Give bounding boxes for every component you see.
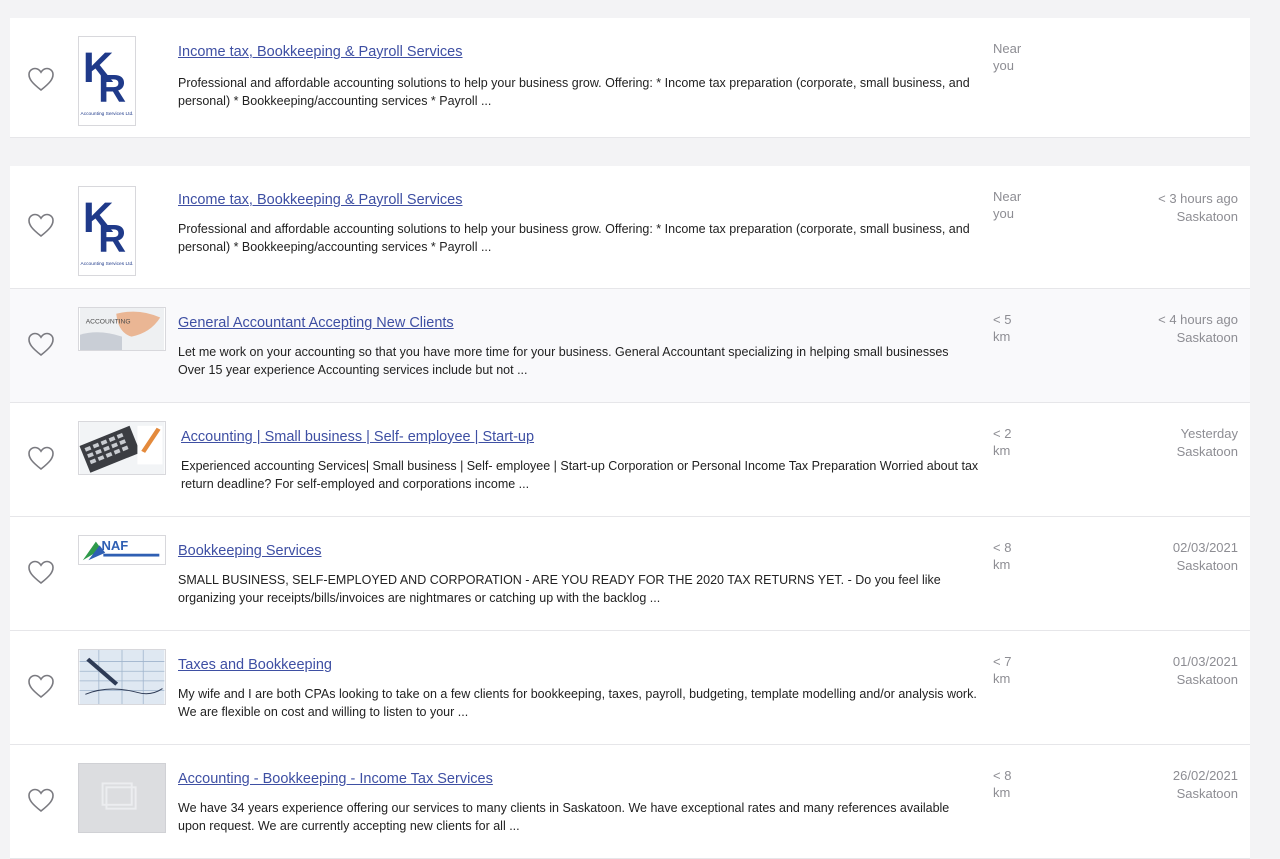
listing-results: K R Accounting Services Ltd. Income tax,… bbox=[10, 18, 1250, 859]
distance-unit: km bbox=[993, 329, 1011, 344]
listing-item[interactable]: K R Accounting Services Ltd. Income tax,… bbox=[10, 166, 1250, 289]
distance-value: < 8 bbox=[993, 768, 1012, 783]
distance-unit: km bbox=[993, 785, 1011, 800]
posted-time: 01/03/2021 bbox=[1172, 654, 1238, 669]
listing-item[interactable]: Taxes and Bookkeeping My wife and I are … bbox=[10, 631, 1250, 745]
listing-thumbnail-tax-form[interactable] bbox=[78, 649, 166, 705]
listing-distance: Near you bbox=[993, 188, 1053, 222]
listing-title-link[interactable]: Income tax, Bookkeeping & Payroll Servic… bbox=[178, 44, 463, 60]
favorite-heart-icon[interactable] bbox=[27, 212, 55, 238]
posted-location: Saskatoon bbox=[1176, 672, 1238, 687]
listing-description: Experienced accounting Services| Small b… bbox=[181, 459, 979, 491]
listing-distance: < 5 km bbox=[993, 311, 1053, 345]
posted-time: 02/03/2021 bbox=[1172, 540, 1238, 555]
kr-logo-text: Accounting Services Ltd. bbox=[81, 261, 134, 267]
naf-logo-text: NAF bbox=[101, 538, 128, 553]
accounting-word: ACCOUNTING bbox=[86, 318, 131, 325]
section-gap bbox=[10, 138, 1250, 166]
distance-value: < 5 bbox=[993, 312, 1012, 327]
distance-unit: you bbox=[993, 58, 1014, 73]
distance-unit: km bbox=[993, 671, 1011, 686]
favorite-heart-icon[interactable] bbox=[27, 673, 55, 699]
listing-title-link[interactable]: General Accountant Accepting New Clients bbox=[178, 315, 454, 331]
listing-description: My wife and I are both CPAs looking to t… bbox=[178, 687, 977, 719]
posted-time: < 3 hours ago bbox=[1158, 191, 1238, 206]
distance-value: < 7 bbox=[993, 654, 1012, 669]
listing-distance: < 7 km bbox=[993, 653, 1053, 687]
listing-distance: < 8 km bbox=[993, 539, 1053, 573]
listing-description: Professional and affordable accounting s… bbox=[178, 222, 970, 254]
listing-posted: Yesterday Saskatoon bbox=[1068, 425, 1238, 461]
listing-posted: < 4 hours ago Saskatoon bbox=[1068, 311, 1238, 347]
posted-location: Saskatoon bbox=[1176, 786, 1238, 801]
listing-item[interactable]: ACCOUNTING General Accountant Accepting … bbox=[10, 289, 1250, 403]
listing-posted: 02/03/2021 Saskatoon bbox=[1068, 539, 1238, 575]
listing-description: Let me work on your accounting so that y… bbox=[178, 345, 949, 377]
image-placeholder-icon[interactable] bbox=[78, 763, 166, 833]
listing-title-link[interactable]: Accounting - Bookkeeping - Income Tax Se… bbox=[178, 771, 493, 787]
distance-unit: km bbox=[993, 443, 1011, 458]
favorite-heart-icon[interactable] bbox=[27, 331, 55, 357]
favorite-heart-icon[interactable] bbox=[27, 445, 55, 471]
listing-thumbnail-kr-logo[interactable]: K R Accounting Services Ltd. bbox=[78, 186, 136, 276]
listing-item[interactable]: NAF Bookkeeping Services SMALL BUSINESS,… bbox=[10, 517, 1250, 631]
listing-description: Professional and affordable accounting s… bbox=[178, 76, 970, 108]
distance-value: < 2 bbox=[993, 426, 1012, 441]
listing-item[interactable]: Accounting | Small business | Self- empl… bbox=[10, 403, 1250, 517]
distance-unit: km bbox=[993, 557, 1011, 572]
listing-distance: Near you bbox=[993, 40, 1053, 74]
listing-distance: < 2 km bbox=[993, 425, 1053, 459]
listing-thumbnail-accounting[interactable]: ACCOUNTING bbox=[78, 307, 166, 351]
listing-description: SMALL BUSINESS, SELF-EMPLOYED AND CORPOR… bbox=[178, 573, 941, 605]
listing-title-link[interactable]: Accounting | Small business | Self- empl… bbox=[181, 429, 534, 445]
listing-posted: 01/03/2021 Saskatoon bbox=[1068, 653, 1238, 689]
favorite-heart-icon[interactable] bbox=[27, 66, 55, 92]
svg-text:R: R bbox=[98, 67, 126, 110]
listing-title-link[interactable]: Income tax, Bookkeeping & Payroll Servic… bbox=[178, 192, 463, 208]
posted-location: Saskatoon bbox=[1176, 558, 1238, 573]
posted-location: Saskatoon bbox=[1176, 330, 1238, 345]
favorite-heart-icon[interactable] bbox=[27, 787, 55, 813]
posted-location: Saskatoon bbox=[1176, 444, 1238, 459]
listing-title-link[interactable]: Bookkeeping Services bbox=[178, 543, 321, 559]
listing-distance: < 8 km bbox=[993, 767, 1053, 801]
listing-title-link[interactable]: Taxes and Bookkeeping bbox=[178, 657, 332, 673]
listing-thumbnail-calculator[interactable] bbox=[78, 421, 166, 475]
favorite-heart-icon[interactable] bbox=[27, 559, 55, 585]
listing-item-featured[interactable]: K R Accounting Services Ltd. Income tax,… bbox=[10, 18, 1250, 138]
distance-value: Near bbox=[993, 189, 1022, 204]
posted-time: 26/02/2021 bbox=[1172, 768, 1238, 783]
posted-time: Yesterday bbox=[1180, 426, 1238, 441]
listing-item[interactable]: Accounting - Bookkeeping - Income Tax Se… bbox=[10, 745, 1250, 859]
listing-posted: 26/02/2021 Saskatoon bbox=[1068, 767, 1238, 803]
posted-location: Saskatoon bbox=[1176, 209, 1238, 224]
listing-posted: < 3 hours ago Saskatoon bbox=[1068, 190, 1238, 226]
distance-value: Near bbox=[993, 41, 1022, 56]
posted-time: < 4 hours ago bbox=[1158, 312, 1238, 327]
kr-logo-text: Accounting Services Ltd. bbox=[81, 111, 134, 117]
listing-thumbnail-naf-logo[interactable]: NAF bbox=[78, 535, 166, 565]
distance-unit: you bbox=[993, 206, 1014, 221]
svg-text:R: R bbox=[98, 217, 126, 260]
distance-value: < 8 bbox=[993, 540, 1012, 555]
listing-thumbnail-kr-logo[interactable]: K R Accounting Services Ltd. bbox=[78, 36, 136, 126]
